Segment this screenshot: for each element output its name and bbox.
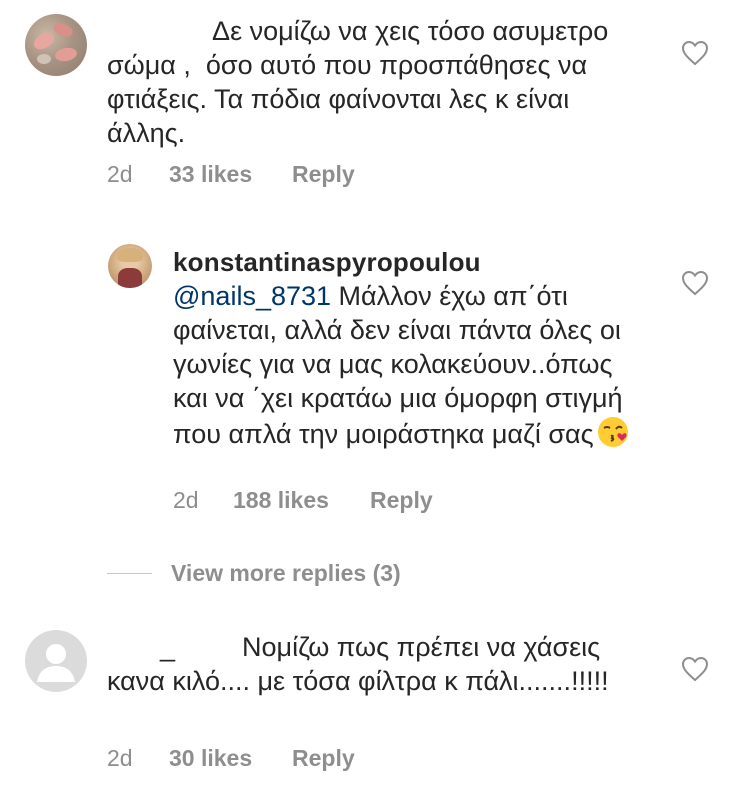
kissing-face-emoji (597, 417, 628, 447)
person-silhouette-icon (37, 644, 75, 682)
comment-text: Νομίζω πως πρέπει να χάσεις κανα κιλό...… (107, 632, 609, 696)
reply-avatar[interactable] (108, 244, 152, 288)
view-more-label[interactable]: View more replies (3) (171, 560, 401, 587)
view-more-replies[interactable]: View more replies (3) (107, 559, 401, 587)
likes-count[interactable]: 30 likes (169, 744, 292, 772)
reply-date: 2d (173, 487, 199, 513)
reply-meta: 2d 188 likes Reply (173, 486, 433, 514)
mention-link[interactable]: @nails_8731 (173, 281, 331, 311)
reply-username[interactable]: konstantinaspyropoulou (173, 246, 481, 278)
reply-likes-count[interactable]: 188 likes (233, 486, 370, 514)
heart-outline-icon[interactable] (681, 40, 709, 66)
comment-text: Δε νομίζω να χεις τόσο ασυμετρο σώμα , ό… (107, 16, 616, 148)
heart-outline-icon[interactable] (681, 270, 709, 296)
comment-date: 2d (107, 161, 133, 187)
comment-meta: 2d 33 likes Reply (107, 160, 355, 188)
heart-outline-icon[interactable] (681, 656, 709, 682)
default-avatar[interactable] (25, 630, 87, 692)
reply-button[interactable]: Reply (292, 744, 355, 772)
reply-button[interactable]: Reply (292, 160, 355, 188)
comment-meta: 2d 30 likes Reply (107, 744, 355, 772)
divider-line (107, 572, 152, 574)
reply-text: @nails_8731 Μάλλον έχω απ΄ότι φαίνεται, … (173, 279, 643, 451)
likes-count[interactable]: 33 likes (169, 160, 292, 188)
comment-date: 2d (107, 745, 133, 771)
reply-reply-button[interactable]: Reply (370, 486, 433, 514)
commenter-avatar[interactable] (25, 14, 87, 76)
